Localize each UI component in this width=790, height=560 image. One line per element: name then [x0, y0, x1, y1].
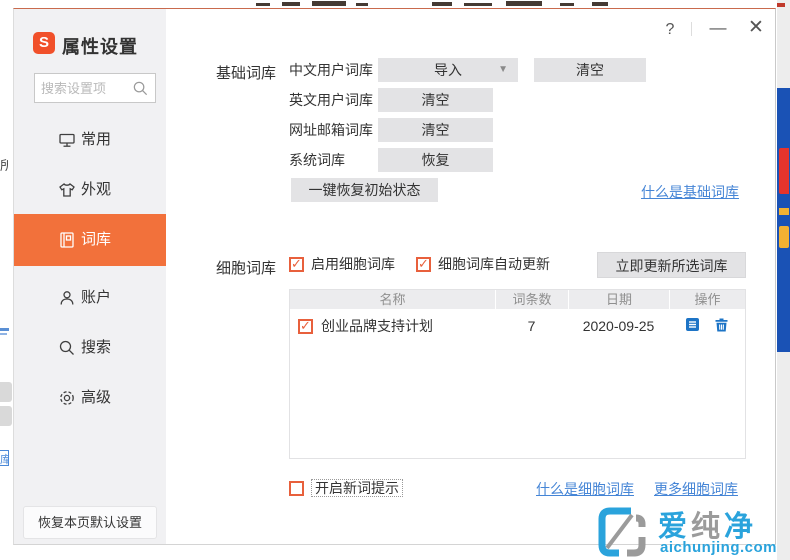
delete-icon[interactable]: [714, 317, 729, 335]
minimize-button[interactable]: —: [706, 17, 730, 41]
sogou-logo-icon: S: [33, 32, 55, 54]
sidebar-item-label: 常用: [81, 131, 112, 148]
checkbox-icon[interactable]: [289, 256, 304, 272]
sidebar-item-label: 高级: [81, 389, 112, 406]
background-artifact: [432, 2, 452, 6]
sidebar: S 属性设置 常用 外观: [14, 9, 166, 544]
background-artifact: [560, 3, 574, 6]
sidebar-item-advanced[interactable]: 高级: [14, 373, 166, 423]
clear-english-dict-button[interactable]: 清空: [378, 88, 493, 112]
background-artifact: [592, 2, 608, 6]
settings-dialog: S 属性设置 常用 外观: [13, 8, 776, 545]
search-icon: [132, 80, 149, 102]
column-header-date[interactable]: 日期: [568, 290, 669, 309]
background-artifact: [0, 382, 12, 402]
restore-system-dict-button[interactable]: 恢复: [378, 148, 493, 172]
view-details-icon[interactable]: [685, 317, 700, 335]
screen: 所 库 S 属性设置 常用: [0, 0, 790, 560]
cell-lexicon-table: 名称 词条数 日期 操作 创业品牌支持计划 7 2020-09-25: [289, 289, 746, 459]
watermark-domain: aichunjing.com: [660, 539, 778, 556]
column-header-entries[interactable]: 词条数: [495, 290, 568, 309]
sidebar-item-label: 搜索: [81, 339, 112, 356]
row-label-url-email-dict: 网址邮箱词库: [289, 122, 373, 138]
background-artifact: [282, 2, 300, 6]
background-artifact: [0, 333, 7, 335]
entry-count: 7: [527, 318, 536, 334]
sidebar-item-appearance[interactable]: 外观: [14, 165, 166, 215]
more-cell-lexicon-link[interactable]: 更多细胞词库: [654, 479, 738, 499]
checkbox-label: 启用细胞词库: [311, 256, 395, 272]
watermark-logo-icon: [596, 505, 648, 560]
column-header-name[interactable]: 名称: [290, 290, 495, 309]
row-label-system-dict: 系统词库: [289, 152, 345, 168]
chevron-down-icon: ▼: [498, 64, 508, 75]
restore-defaults-button[interactable]: 恢复本页默认设置: [23, 506, 157, 539]
lexicon-name: 创业品牌支持计划: [321, 318, 433, 334]
titlebar-separator: [691, 22, 692, 36]
tshirt-icon: [58, 181, 76, 204]
user-icon: [58, 289, 76, 312]
basic-lexicon-section-label: 基础词库: [216, 65, 277, 82]
sidebar-item-search[interactable]: 搜索: [14, 323, 166, 373]
table-row[interactable]: 创业品牌支持计划 7 2020-09-25: [290, 309, 745, 343]
dialog-title: 属性设置: [62, 37, 138, 57]
gear-icon: [58, 389, 76, 412]
checkbox-label: 细胞词库自动更新: [438, 256, 550, 272]
update-selected-lexicon-button[interactable]: 立即更新所选词库: [597, 252, 746, 278]
monitor-icon: [58, 131, 76, 154]
row-label-english-user-dict: 英文用户词库: [289, 92, 373, 108]
cell-lexicon-section-label: 细胞词库: [216, 260, 277, 277]
import-dropdown-value: 导入: [434, 62, 462, 78]
background-artifact: [256, 3, 270, 6]
background-artifact: [312, 1, 346, 6]
checkbox-icon[interactable]: [416, 256, 431, 272]
clear-chinese-dict-button[interactable]: 清空: [534, 58, 646, 82]
auto-update-checkbox[interactable]: 细胞词库自动更新: [416, 254, 550, 274]
search-icon: [58, 339, 76, 362]
checkbox-label: 开启新词提示: [311, 479, 403, 497]
background-artifact: [356, 3, 368, 6]
what-is-cell-lexicon-link[interactable]: 什么是细胞词库: [536, 479, 634, 499]
help-button[interactable]: ?: [659, 19, 681, 41]
import-dropdown[interactable]: 导入 ▼: [378, 58, 518, 82]
background-artifact: [0, 406, 12, 426]
one-click-reset-button[interactable]: 一键恢复初始状态: [291, 178, 438, 202]
background-ad-banner: [777, 88, 790, 352]
table-header: 名称 词条数 日期 操作: [290, 290, 745, 309]
background-artifact: 所: [0, 158, 8, 171]
what-is-basic-lexicon-link[interactable]: 什么是基础词库: [641, 182, 739, 202]
settings-search[interactable]: [34, 73, 156, 103]
sidebar-item-lexicon[interactable]: 词库: [14, 214, 166, 266]
lexicon-date: 2020-09-25: [582, 318, 655, 334]
sidebar-item-label: 账户: [81, 289, 112, 306]
background-artifact: [464, 3, 492, 6]
lexicon-icon: [58, 231, 76, 254]
sidebar-item-label: 外观: [81, 181, 112, 198]
background-artifact: 库: [0, 450, 9, 466]
clear-url-email-dict-button[interactable]: 清空: [378, 118, 493, 142]
sidebar-item-label: 词库: [81, 231, 112, 248]
background-artifact: [0, 328, 9, 331]
sidebar-item-account[interactable]: 账户: [14, 273, 166, 323]
row-label-chinese-user-dict: 中文用户词库: [289, 62, 373, 78]
banner-red-shape: [779, 148, 789, 194]
sidebar-item-common[interactable]: 常用: [14, 115, 166, 165]
row-checkbox-icon[interactable]: [298, 318, 313, 334]
search-input[interactable]: [41, 74, 129, 102]
enable-cell-lexicon-checkbox[interactable]: 启用细胞词库: [289, 254, 395, 274]
banner-yellow-shape: [779, 226, 789, 248]
aichunjing-watermark: 爱纯净 aichunjing.com: [596, 503, 790, 560]
background-artifact: [777, 3, 785, 7]
close-button[interactable]: ✕: [744, 16, 768, 40]
background-artifact: [506, 1, 542, 6]
banner-yellow-shape: [779, 208, 789, 215]
checkbox-icon[interactable]: [289, 481, 304, 496]
new-word-hint-checkbox[interactable]: 开启新词提示: [289, 478, 403, 498]
column-header-operations[interactable]: 操作: [669, 290, 745, 309]
